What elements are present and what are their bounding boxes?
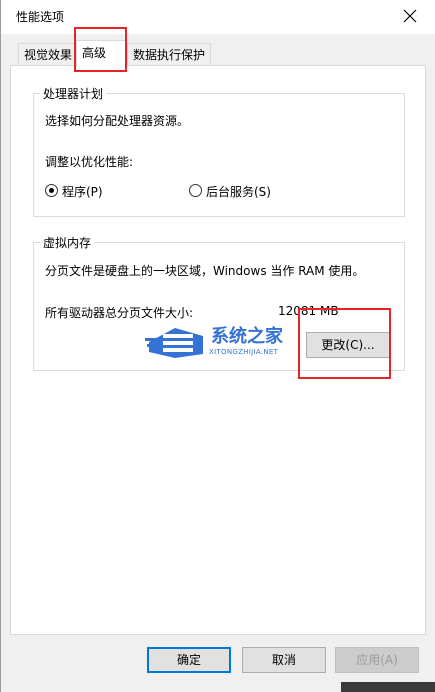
total-paging-label: 所有驱动器总分页文件大小: (45, 306, 194, 320)
apply-button: 应用(A) (335, 647, 419, 673)
tab-data-execution-prevention[interactable]: 数据执行保护 (127, 43, 212, 65)
watermark-domain: XITONGZHIJIA.NET (209, 348, 279, 356)
processor-description: 选择如何分配处理器资源。 (45, 114, 190, 128)
radio-programs-label[interactable]: 程序(P) (62, 183, 103, 200)
watermark-brand: 系统之家 (211, 326, 283, 347)
radio-background-services-label[interactable]: 后台服务(S) (206, 183, 271, 200)
tab-advanced[interactable]: 高级 (76, 40, 126, 67)
performance-options-dialog: 性能选项 视觉效果 高级 数据执行保护 处理器计划 选择如何分配处理器资源。 调… (0, 0, 435, 692)
ok-button[interactable]: 确定 (147, 647, 231, 673)
window-title: 性能选项 (16, 10, 65, 24)
radio-background-services[interactable] (189, 184, 202, 197)
virtual-memory-description: 分页文件是硬盘上的一块区域，Windows 当作 RAM 使用。 (45, 264, 365, 278)
total-paging-value: 12081 MB (278, 304, 339, 318)
change-button[interactable]: 更改(C)... (306, 332, 390, 358)
watermark-logo-icon (145, 328, 203, 358)
cancel-button[interactable]: 取消 (242, 647, 326, 673)
title-bar: 性能选项 (1, 0, 435, 34)
processor-scheduling-group: 处理器计划 选择如何分配处理器资源。 调整以优化性能: 程序(P) 后台服务(S… (33, 85, 405, 217)
watermark: 系统之家 XITONGZHIJIA.NET (141, 320, 301, 364)
tab-visual-effects[interactable]: 视觉效果 (18, 43, 79, 65)
processor-group-title: 处理器计划 (40, 85, 107, 102)
background-taskbar-strip (341, 682, 435, 692)
adjust-label: 调整以优化性能: (45, 155, 134, 169)
close-icon[interactable] (400, 6, 420, 26)
virtual-memory-group-title: 虚拟内存 (40, 234, 95, 251)
radio-programs[interactable] (45, 184, 58, 197)
